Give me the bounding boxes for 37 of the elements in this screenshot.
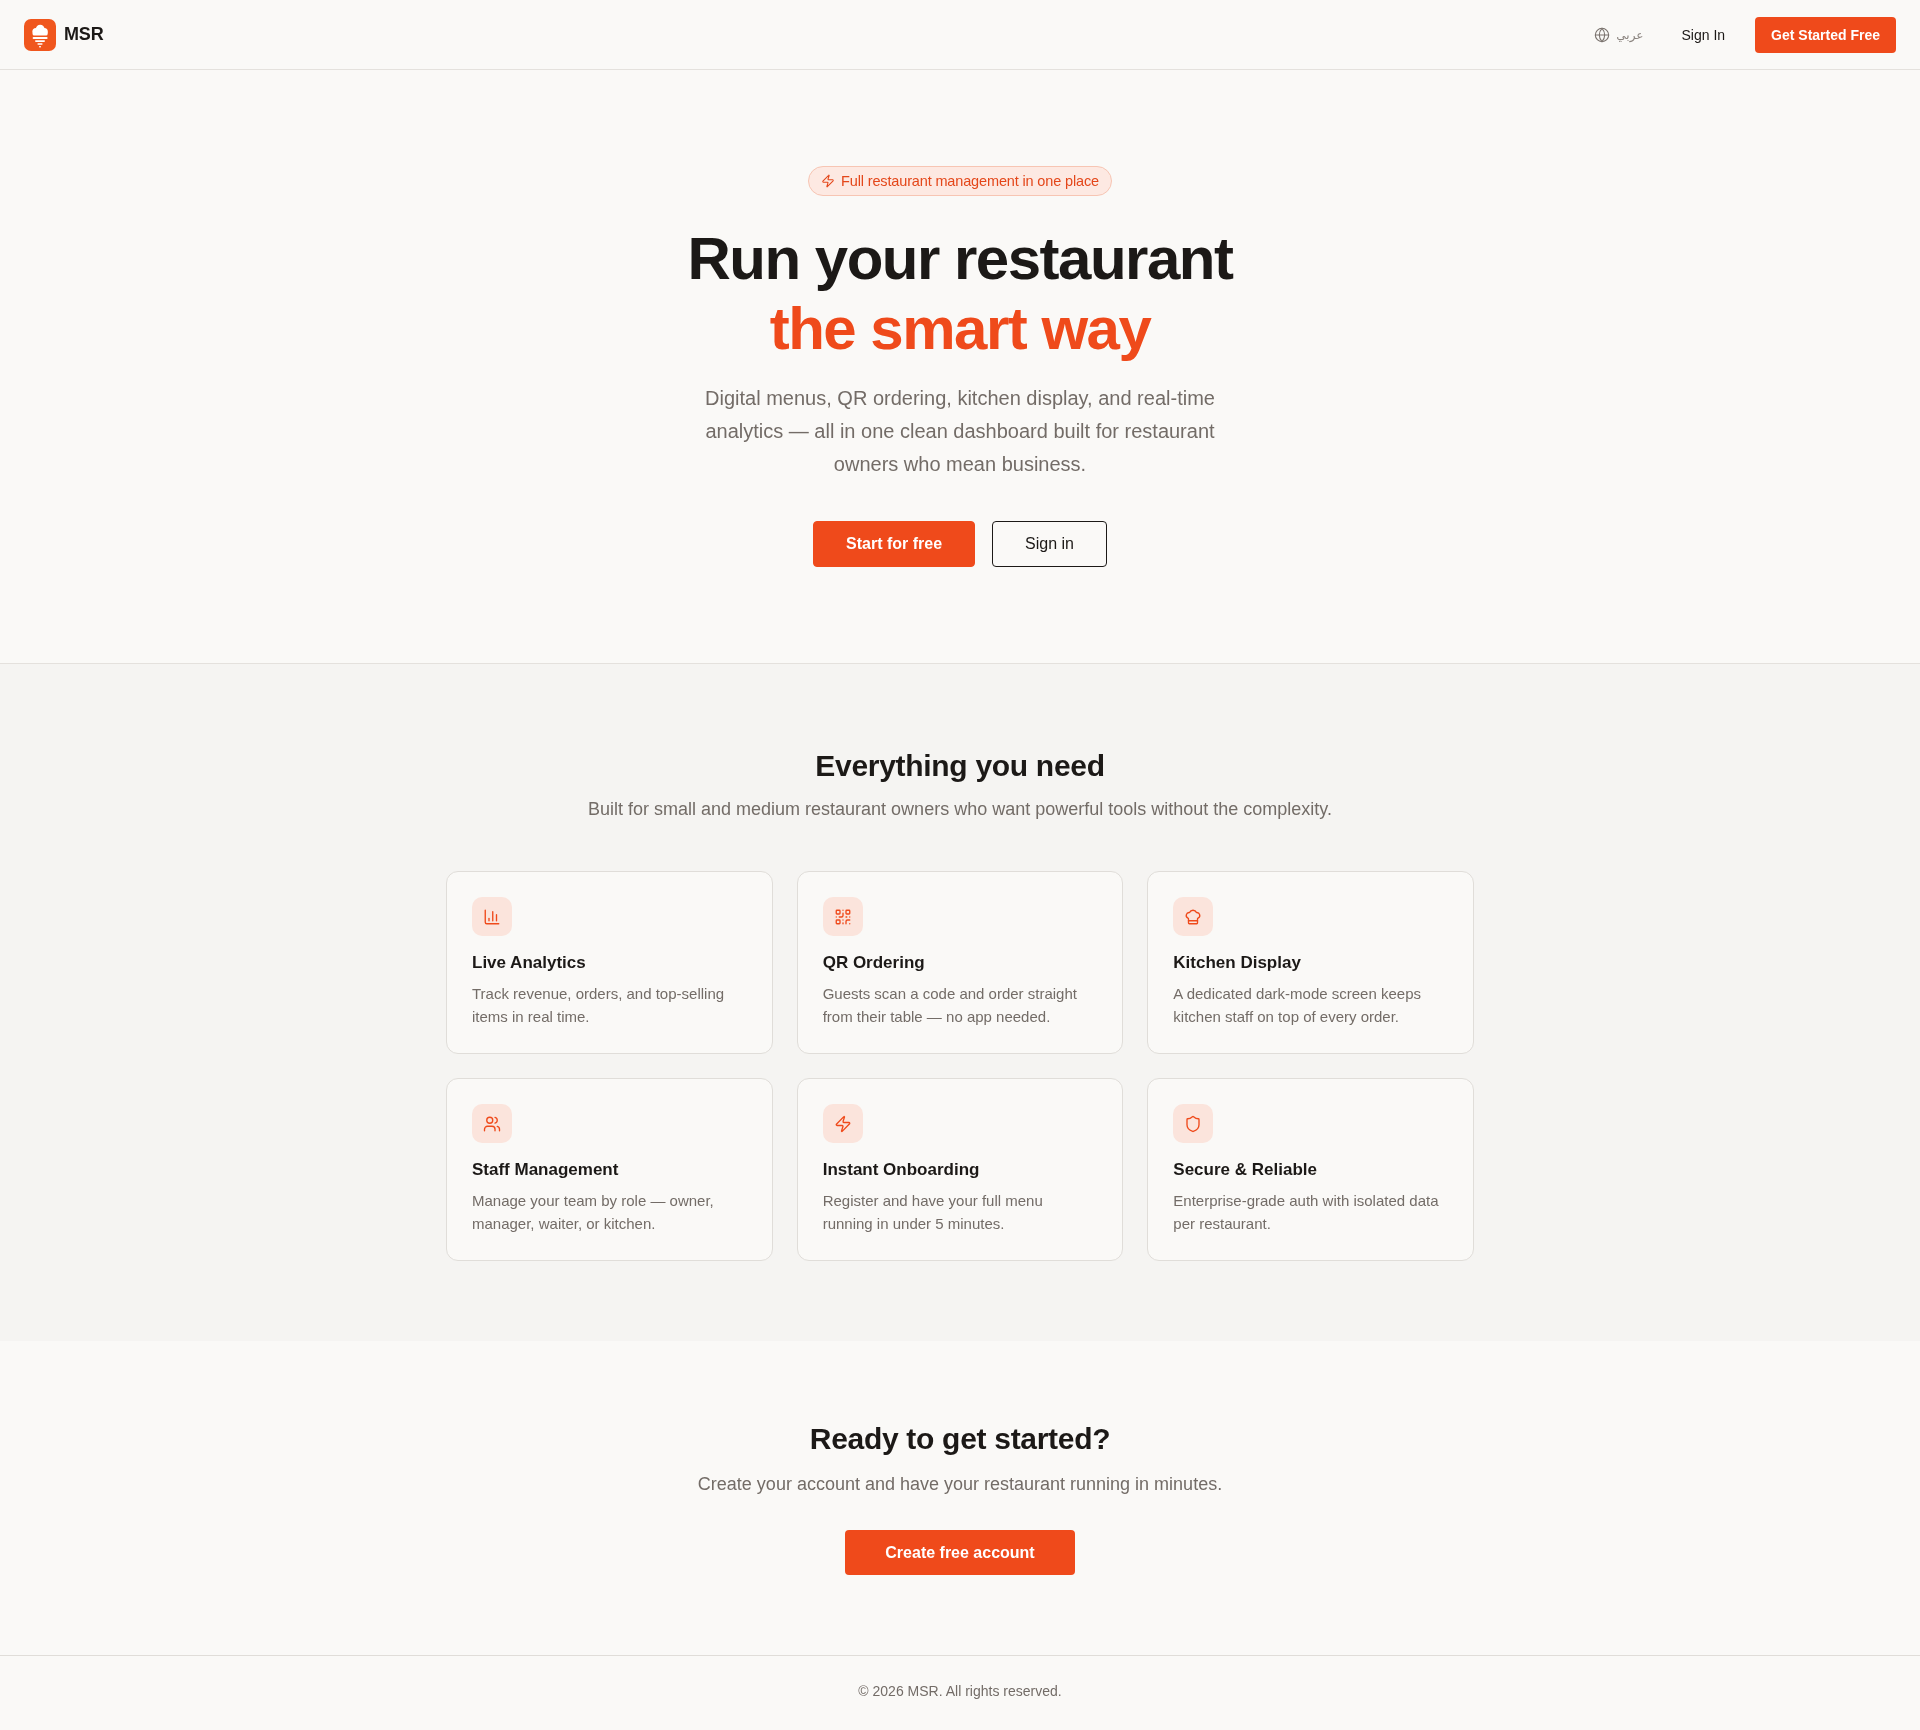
get-started-button[interactable]: Get Started Free	[1755, 16, 1896, 53]
feature-title: Live Analytics	[472, 952, 586, 974]
lightning-icon	[821, 174, 836, 188]
section-subtitle: Built for small and medium restaurant owners who want powerful tools without the complexity.	[588, 798, 1332, 821]
feature-title: QR Ordering	[822, 952, 925, 974]
copyright-text: © 2026 MSR. All rights reserved.	[858, 1682, 1062, 1701]
feature-title: Kitchen Display	[1173, 952, 1301, 974]
globe-icon	[1594, 26, 1611, 43]
feature-title: Instant Onboarding	[822, 1159, 980, 1181]
cta-title: Ready to get started?	[809, 1421, 1111, 1457]
sign-in-button[interactable]: Sign in	[992, 521, 1107, 567]
section-title: Everything you need	[815, 748, 1105, 784]
feature-description: Enterprise-grade auth with isolated data per restaurant.	[1173, 1191, 1440, 1234]
headline: Run your restaurant	[687, 224, 1233, 294]
language-link[interactable]: عربي	[1586, 20, 1652, 49]
shield-icon	[1173, 1104, 1214, 1143]
brand-name: MSR	[64, 24, 104, 45]
tagline-text: Full restaurant management in one place	[841, 173, 1099, 189]
lightning-icon	[822, 1104, 863, 1143]
feature-description: Register and have your full menu running in under 5 minutes.	[822, 1191, 1044, 1234]
logo-icon	[24, 18, 56, 51]
users-icon	[472, 1104, 512, 1143]
bar-chart-icon	[472, 897, 512, 936]
headline-highlight: the smart way	[769, 294, 1151, 364]
hero-description: Digital menus, QR ordering, kitchen display, and real-time analytics — all in one clean dashboard built for restaurant owners who mean business.	[704, 386, 1216, 477]
feature-description: Manage your team by role — owner, manager, waiter, or kitchen.	[472, 1191, 715, 1234]
feature-description: A dedicated dark-mode screen keeps kitchen staff on top of every order.	[1173, 984, 1422, 1027]
sign-in-link[interactable]: Sign In	[1667, 18, 1740, 51]
feature-description: Track revenue, orders, and top-selling items in real time.	[472, 984, 726, 1027]
start-free-button[interactable]: Start for free	[813, 521, 976, 567]
chef-hat-icon	[1173, 897, 1214, 936]
cta-subtitle: Create your account and have your restaurant running in minutes.	[697, 1473, 1223, 1496]
feature-description: Guests scan a code and order straight from their table — no app needed.	[822, 984, 1078, 1027]
feature-title: Staff Management	[472, 1159, 619, 1181]
feature-title: Secure & Reliable	[1173, 1159, 1317, 1181]
create-account-button[interactable]: Create free account	[845, 1530, 1075, 1575]
qr-code-icon	[822, 897, 863, 936]
